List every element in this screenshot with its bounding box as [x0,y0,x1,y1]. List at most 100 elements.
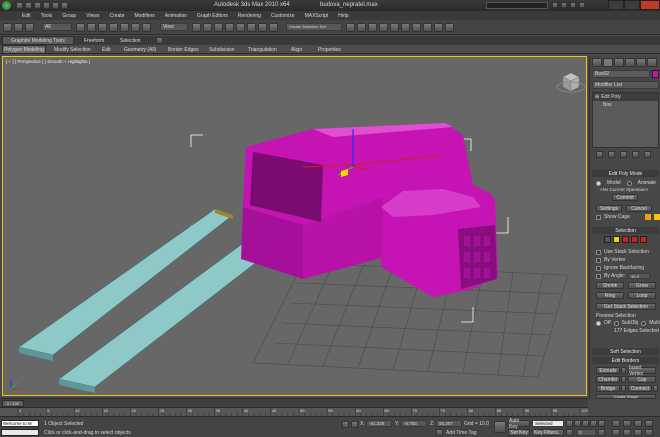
search-icon[interactable] [552,2,558,8]
snaps-toggle-icon[interactable] [225,23,234,32]
ribbon-tab-freeform[interactable]: Freeform [84,38,104,44]
menu-rendering[interactable]: Rendering [238,13,261,19]
play-icon[interactable] [582,420,589,427]
minimize-button[interactable] [608,0,624,10]
element-level-icon[interactable] [640,236,647,243]
shrink-button[interactable]: Shrink [596,282,624,289]
align-icon[interactable] [357,23,366,32]
chamfer-button[interactable]: Chamfer [596,376,620,383]
menu-maxscript[interactable]: MAXScript [305,13,329,19]
connect-settings-icon[interactable] [653,385,658,392]
absolute-mode-icon[interactable] [351,421,358,428]
orbit-icon[interactable] [634,429,642,436]
graphite-toggle-icon[interactable] [379,23,388,32]
key-mode-dropdown[interactable]: Selected [532,420,564,427]
create-shape-button[interactable]: Create Shape [596,394,656,399]
undo-icon[interactable] [43,2,50,9]
menu-modifiers[interactable]: Modifiers [134,13,154,19]
previous-frame-icon[interactable] [574,420,581,427]
zoom-extents-icon[interactable] [634,420,642,427]
pin-stack-icon[interactable] [596,151,603,158]
next-frame-icon[interactable] [590,420,597,427]
menu-create[interactable]: Create [109,13,124,19]
manipulate-icon[interactable] [203,23,212,32]
save-icon[interactable] [34,2,41,9]
render-teapot-icon[interactable] [445,23,454,32]
menu-customize[interactable]: Customize [271,13,295,19]
preview-off-radio[interactable] [596,320,601,326]
current-frame-field[interactable]: 0 [576,429,596,436]
stack-item-edit-poly[interactable]: ⊞ Edit Poly [593,93,658,101]
project-folder-icon[interactable] [61,2,68,9]
coordinate-system-dropdown[interactable]: View [160,23,188,31]
ring-button[interactable]: Ring [596,292,624,299]
subtab-subdivision[interactable]: Subdivision [209,47,235,53]
render-setup-icon[interactable] [423,23,432,32]
by-angle-field[interactable]: 45.0 [628,273,651,279]
menu-graph-editors[interactable]: Graph Editors [197,13,228,19]
utilities-tab-icon[interactable] [647,58,657,67]
configure-sets-icon[interactable] [644,151,651,158]
stack-item-box[interactable]: Box [593,101,658,109]
subtab-geometry-all[interactable]: Geometry (All) [124,47,156,53]
use-stack-checkbox[interactable] [596,249,601,255]
rendered-frame-icon[interactable] [434,23,443,32]
material-editor-icon[interactable] [412,23,421,32]
extrude-button[interactable]: Extrude [596,367,620,374]
pivot-center-icon[interactable] [192,23,201,32]
open-file-icon[interactable] [25,2,32,9]
menu-views[interactable]: Views [86,13,99,19]
field-of-view-icon[interactable] [612,429,620,436]
get-stack-selection-button[interactable]: Get Stack Selection [596,303,656,310]
ribbon-tab-graphite[interactable]: Graphite Modeling Tools [2,36,74,45]
select-by-name-icon[interactable] [87,23,96,32]
polygon-level-icon[interactable] [631,236,638,243]
bridge-button[interactable]: Bridge [596,385,620,392]
window-crossing-icon[interactable] [109,23,118,32]
curve-editor-icon[interactable] [390,23,399,32]
border-level-icon[interactable] [622,236,629,243]
preview-multi-radio[interactable] [641,320,647,326]
close-button[interactable] [640,0,660,10]
select-scale-icon[interactable] [142,23,151,32]
object-color-swatch[interactable] [652,70,659,78]
object-name-field[interactable]: Box02 [592,70,650,78]
connect-button[interactable]: Connect [628,385,652,392]
loop-button[interactable]: Loop [628,292,656,299]
layer-manager-icon[interactable] [368,23,377,32]
rollout-edit-borders[interactable]: Edit Borders [592,357,659,364]
show-end-result-icon[interactable] [608,151,615,158]
auto-key-button[interactable]: Auto Key [508,418,530,430]
go-to-end-icon[interactable] [598,420,605,427]
menu-help[interactable]: Help [338,13,348,19]
undo-icon[interactable] [3,23,12,32]
hierarchy-tab-icon[interactable] [614,58,624,67]
menu-edit[interactable]: Edit [22,13,31,19]
chamfer-settings-icon[interactable] [621,376,626,383]
named-selection-dropdown[interactable]: Create Selection Set [286,23,342,31]
percent-snap-icon[interactable] [247,23,256,32]
keyboard-shortcut-icon[interactable] [214,23,223,32]
commit-button[interactable]: Commit [612,194,638,201]
selection-lock-icon[interactable] [342,421,349,428]
menu-animation[interactable]: Animation [165,13,187,19]
extrude-settings-icon[interactable] [621,367,626,374]
rollout-edit-poly-mode[interactable]: Edit Poly Mode [592,170,659,177]
zoom-all-icon[interactable] [623,420,631,427]
key-filters-button[interactable]: Key Filters... [532,429,564,436]
settings-button[interactable]: Settings [596,205,622,212]
menu-tools[interactable]: Tools [41,13,53,19]
edit-named-selection-icon[interactable] [269,23,278,32]
stack-expand-icon[interactable]: ⊞ [595,94,599,100]
app-logo-icon[interactable] [2,1,11,10]
ribbon-minimize-icon[interactable] [156,37,163,44]
spinner-snap-icon[interactable] [258,23,267,32]
select-rotate-icon[interactable] [131,23,140,32]
go-to-start-icon[interactable] [566,420,573,427]
preview-subobj-radio[interactable] [613,320,619,326]
key-mode-toggle-icon[interactable] [566,429,573,436]
ignore-backfacing-checkbox[interactable] [596,265,601,271]
motion-tab-icon[interactable] [625,58,635,67]
menu-group[interactable]: Group [62,13,76,19]
subtab-polygon-modeling[interactable]: Polygon Modeling [2,45,46,54]
